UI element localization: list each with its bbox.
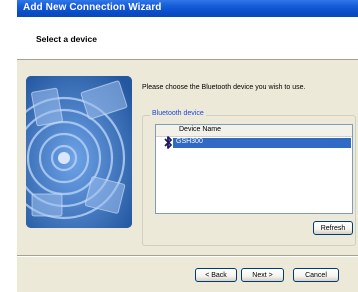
refresh-button[interactable]: Refresh	[313, 221, 353, 235]
group-label: Bluetooth device	[150, 110, 206, 117]
device-list[interactable]: Device Name GSH300	[155, 124, 353, 214]
device-row-selected[interactable]: GSH300	[173, 138, 351, 148]
device-name-column-header[interactable]: Device Name	[156, 125, 352, 137]
bluetooth-icon	[164, 136, 172, 149]
instruction-text: Please choose the Bluetooth device you w…	[142, 84, 306, 91]
window-title: Add New Connection Wizard	[23, 2, 162, 13]
footer-divider	[17, 255, 358, 257]
next-button[interactable]: Next >	[241, 268, 284, 282]
wizard-illustration-graphic	[26, 76, 132, 228]
wizard-window: Add New Connection Wizard Select a devic…	[17, 0, 358, 292]
cancel-button[interactable]: Cancel	[293, 268, 339, 282]
device-name: GSH300	[176, 138, 203, 145]
title-bar[interactable]: Add New Connection Wizard	[17, 0, 358, 17]
page-heading: Select a device	[36, 34, 97, 44]
back-button[interactable]: < Back	[195, 268, 237, 282]
column-header-label: Device Name	[179, 126, 222, 133]
wizard-illustration	[26, 76, 132, 228]
wizard-header: Select a device	[17, 17, 358, 60]
